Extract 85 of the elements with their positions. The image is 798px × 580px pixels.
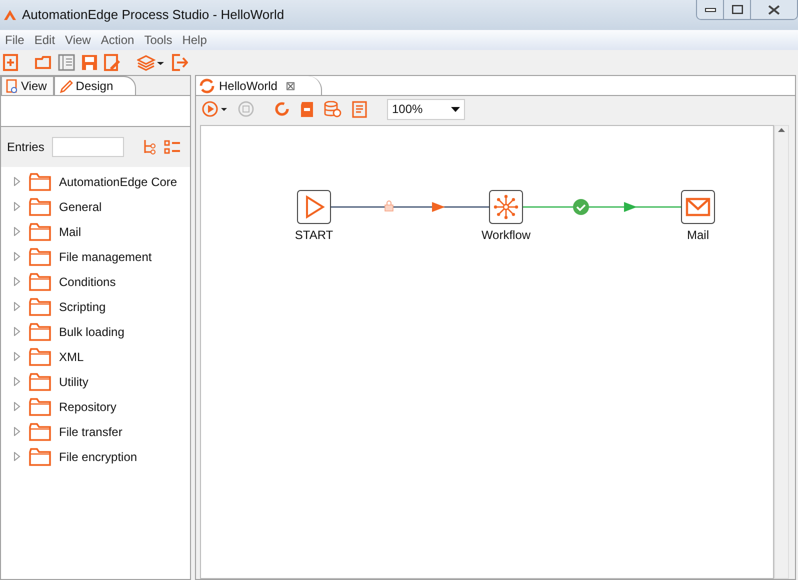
expand-arrow-icon[interactable] (13, 352, 21, 361)
new-file-icon[interactable] (2, 54, 19, 71)
menu-item[interactable]: File (0, 31, 30, 49)
tree-item[interactable]: Conditions (59, 272, 116, 290)
expand-arrow-icon[interactable] (13, 202, 21, 211)
menu-item[interactable]: Tools (139, 31, 178, 49)
refresh-icon[interactable] (274, 101, 290, 117)
panel-tab[interactable]: Design (54, 76, 136, 95)
panel-icon[interactable] (58, 54, 75, 71)
expand-arrow-icon[interactable] (13, 227, 21, 236)
menu-item[interactable]: Edit (29, 31, 60, 49)
node-label: Mail (687, 228, 709, 242)
tree-item[interactable]: Scripting (59, 298, 106, 316)
maximize-icon (732, 5, 742, 14)
node-label: START (294, 228, 334, 242)
database-icon[interactable] (324, 100, 342, 118)
hop-arrow[interactable] (331, 202, 489, 212)
tree-item[interactable]: File management (59, 248, 152, 266)
folder-icon (29, 248, 51, 266)
tree-item[interactable]: Repository (59, 398, 116, 416)
tree-item[interactable]: Mail (59, 222, 82, 240)
stop-icon[interactable] (238, 101, 254, 117)
vertical-scrollbar[interactable] (774, 125, 789, 579)
menu-item[interactable]: Action (96, 31, 140, 49)
folder-icon (29, 198, 51, 216)
pencil-icon (58, 78, 73, 94)
start-node-icon[interactable] (297, 190, 331, 224)
folder-icon (29, 348, 51, 366)
expand-arrow-icon[interactable] (13, 177, 21, 186)
menu-item[interactable]: Help (177, 31, 212, 49)
list-icon[interactable] (164, 140, 182, 154)
folder-icon (29, 172, 51, 190)
tree-icon[interactable] (142, 139, 156, 155)
panel-tab[interactable]: View (1, 76, 54, 95)
expand-arrow-icon[interactable] (13, 427, 21, 436)
scroll-up-icon (778, 128, 785, 132)
minimize-icon (704, 8, 716, 12)
folder-icon (29, 322, 51, 340)
entries-search-field[interactable] (52, 137, 124, 157)
caret-icon (451, 106, 460, 112)
app-logo-icon (4, 10, 16, 20)
expand-arrow-icon[interactable] (13, 402, 21, 411)
tree-item[interactable]: File transfer (59, 422, 122, 440)
expand-arrow-icon[interactable] (13, 302, 21, 311)
report-icon[interactable] (352, 100, 367, 118)
expand-arrow-icon[interactable] (13, 377, 21, 386)
lock-icon (384, 200, 394, 212)
mail-node-icon[interactable] (681, 190, 715, 224)
run-icon[interactable] (202, 100, 228, 118)
save-icon[interactable] (81, 54, 98, 71)
editor-tab[interactable]: HelloWorld ⊠ (196, 76, 322, 95)
expand-arrow-icon[interactable] (13, 327, 21, 336)
zoom-dropdown[interactable]: 100% (387, 98, 465, 120)
folder-icon (29, 398, 51, 416)
document-icon[interactable] (300, 100, 314, 118)
edit-file-icon[interactable] (104, 54, 121, 71)
folder-icon (29, 272, 51, 290)
refresh-icon (199, 78, 215, 94)
folder-icon (29, 298, 51, 316)
expand-arrow-icon[interactable] (13, 452, 21, 461)
exit-icon[interactable] (171, 54, 188, 71)
folder-icon[interactable] (35, 54, 52, 71)
node-label: Workflow (481, 228, 531, 242)
entries-label: Entries (7, 139, 44, 156)
tree-item[interactable]: General (59, 198, 102, 216)
expand-arrow-icon[interactable] (13, 277, 21, 286)
expand-arrow-icon[interactable] (13, 252, 21, 261)
tree-item[interactable]: XML (59, 348, 84, 366)
tree-item[interactable]: AutomationEdge Core (59, 172, 178, 190)
tree-item[interactable]: File encryption (59, 448, 138, 466)
success-check-icon (573, 199, 589, 215)
folder-icon (29, 372, 51, 390)
tree-item[interactable]: Bulk loading (59, 322, 124, 340)
document-search-icon (6, 78, 18, 94)
folder-icon (29, 422, 51, 440)
window-title: AutomationEdge Process Studio - HelloWorld (22, 6, 284, 24)
folder-icon (29, 448, 51, 466)
close-icon (768, 4, 780, 14)
menu-item[interactable]: View (60, 31, 96, 49)
folder-icon (29, 222, 51, 240)
workflow-node-icon[interactable] (489, 190, 523, 224)
layers-icon[interactable] (137, 54, 165, 71)
tree-item[interactable]: Utility (59, 372, 88, 390)
minimize-button[interactable] (697, 0, 724, 19)
maximize-button[interactable] (724, 0, 751, 19)
